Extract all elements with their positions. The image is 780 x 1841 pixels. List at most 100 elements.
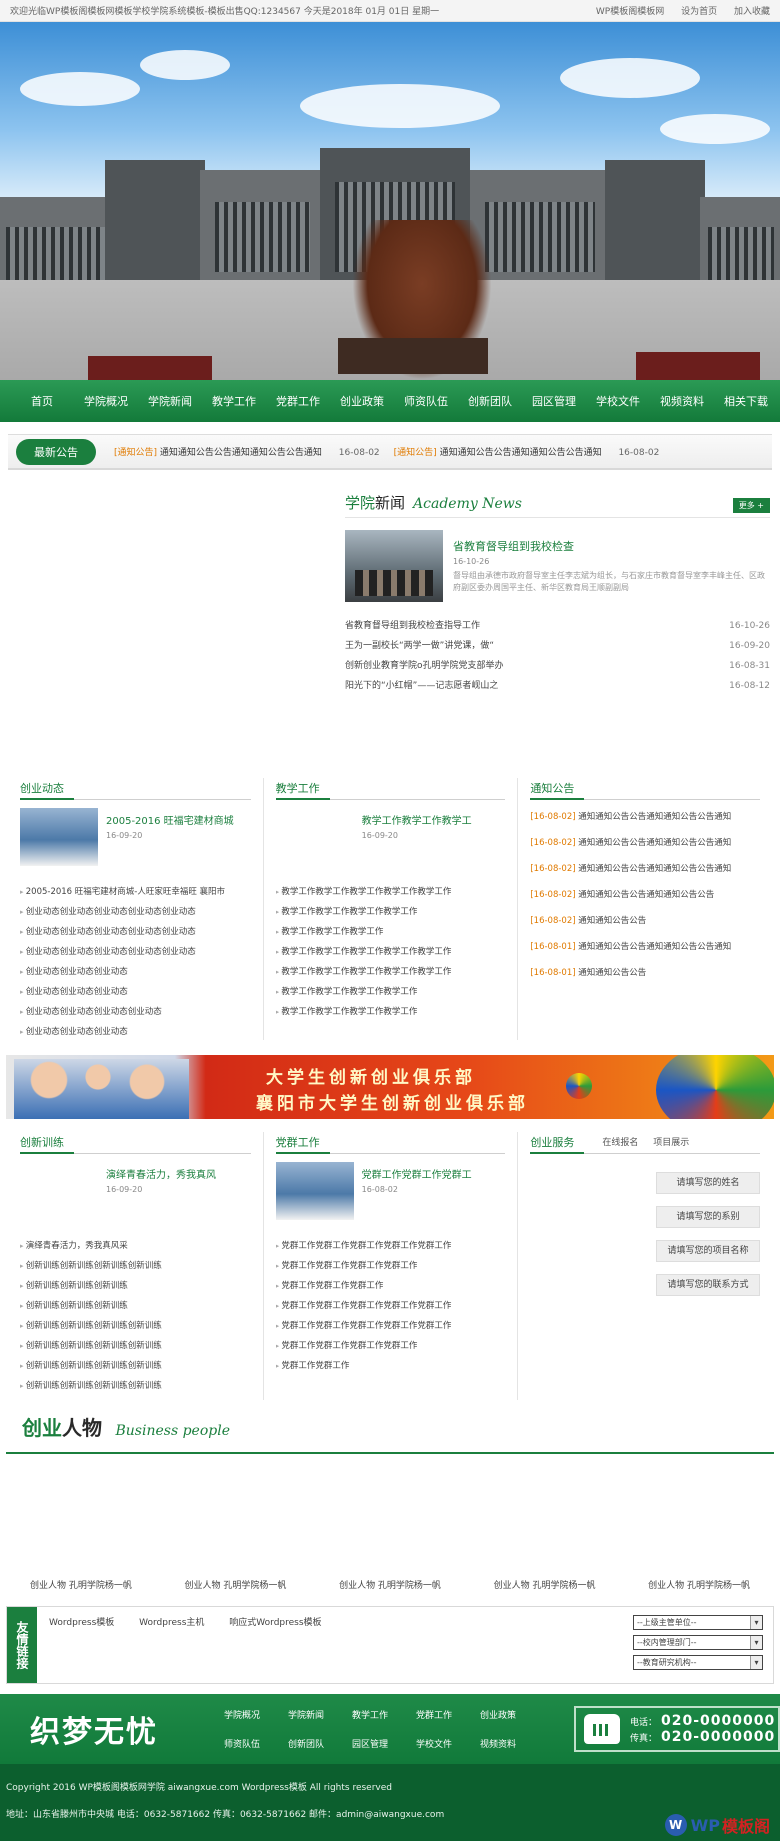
footer-link[interactable]: 党群工作 xyxy=(416,1708,480,1721)
list-item[interactable]: 创新训练创新训练创新训练 xyxy=(20,1296,251,1316)
footer-link[interactable]: 园区管理 xyxy=(352,1737,416,1750)
list-item[interactable]: 党群工作党群工作党群工作党群工作 xyxy=(276,1256,506,1276)
dangqun-top-title[interactable]: 党群工作党群工作党群工 xyxy=(362,1166,472,1181)
service-title-text[interactable]: 创业服务 xyxy=(530,1136,574,1149)
list-item[interactable]: [16-08-02] 通知通知公告公告通知通知公告公告通知 xyxy=(530,809,760,826)
tab-signup[interactable]: 在线报名 xyxy=(602,1138,638,1148)
notice-item[interactable]: [通知公告] 通知通知公告公告通知通知公告公告通知 16-08-02 xyxy=(114,445,380,458)
dangqun-image[interactable] xyxy=(275,1162,354,1220)
list-item[interactable]: 教学工作教学工作教学工作教学工作 xyxy=(276,982,506,1002)
xunlian-top[interactable]: 演绎青春活力，秀我真风 16-09-20 xyxy=(20,1162,251,1224)
list-item[interactable]: 王为一副校长“两学一做”讲党课，做“ 16-09-20 xyxy=(345,636,770,656)
list-item[interactable]: [16-08-01] 通知通知公告公告通知通知公告公告通知 xyxy=(530,939,760,956)
feature-image[interactable] xyxy=(345,530,443,602)
nav-video[interactable]: 视频资料 xyxy=(650,393,714,409)
more-button[interactable]: 更多 + xyxy=(732,498,770,513)
tab-projects[interactable]: 项目展示 xyxy=(653,1138,689,1148)
department-field[interactable]: 请填写您的系别 xyxy=(656,1206,761,1228)
footer-link[interactable]: 学院概况 xyxy=(224,1708,288,1721)
footer-link[interactable]: 创业政策 xyxy=(480,1708,544,1721)
set-homepage-link[interactable]: 设为首页 xyxy=(681,7,717,17)
list-item[interactable]: 创业动态创业动态创业动态 xyxy=(20,982,251,1002)
nav-home[interactable]: 首页 xyxy=(10,393,74,409)
nav-policy[interactable]: 创业政策 xyxy=(330,393,394,409)
footer-logo[interactable]: 织梦无忧 xyxy=(30,1707,224,1751)
xunlian-top-title[interactable]: 演绎青春活力，秀我真风 xyxy=(106,1166,216,1181)
nav-party[interactable]: 党群工作 xyxy=(266,393,330,409)
list-item[interactable]: 创新训练创新训练创新训练创新训练 xyxy=(20,1316,251,1336)
club-banner[interactable]: 大学生创新创业俱乐部 襄阳市大学生创新创业俱乐部 xyxy=(6,1055,774,1119)
nav-download[interactable]: 相关下载 xyxy=(714,393,778,409)
nav-teaching[interactable]: 教学工作 xyxy=(202,393,266,409)
chuangye-top-title[interactable]: 2005-2016 旺福宅建材商城 xyxy=(106,812,234,827)
list-item[interactable]: 教学工作教学工作教学工作教学工作教学工作 xyxy=(276,962,506,982)
contact-field[interactable]: 请填写您的联系方式 xyxy=(656,1274,761,1296)
list-item[interactable]: 省教育督导组到我校检查指导工作 16-10-26 xyxy=(345,616,770,636)
list-item[interactable]: 党群工作党群工作党群工作 xyxy=(276,1276,506,1296)
list-item[interactable]: 教学工作教学工作教学工作教学工作 xyxy=(276,1002,506,1022)
xunlian-title[interactable]: 创新训练 xyxy=(20,1132,251,1154)
list-item[interactable]: 党群工作党群工作党群工作党群工作 xyxy=(276,1336,506,1356)
friend-link[interactable]: 响应式Wordpress模板 xyxy=(229,1618,321,1628)
jiaoxue-top-title[interactable]: 教学工作教学工作教学工 xyxy=(362,812,472,827)
list-item[interactable]: 教学工作教学工作教学工作教学工作教学工作 xyxy=(276,882,506,902)
list-item[interactable]: [16-08-02] 通知通知公告公告通知通知公告公告 xyxy=(530,887,760,904)
dangqun-title[interactable]: 党群工作 xyxy=(275,1132,506,1154)
friend-link[interactable]: Wordpress主机 xyxy=(139,1618,204,1628)
footer-link[interactable]: 学校文件 xyxy=(416,1737,480,1750)
list-item[interactable]: 创新创业教育学院o孔明学院党支部举办 16-08-31 xyxy=(345,656,770,676)
list-item[interactable]: 教学工作教学工作教学工作教学工作教学工作 xyxy=(276,942,506,962)
footer-link[interactable]: 视频资料 xyxy=(480,1737,544,1750)
chuangye-title[interactable]: 创业动态 xyxy=(20,778,251,800)
nav-about[interactable]: 学院概况 xyxy=(74,393,138,409)
people-item[interactable]: 创业人物 孔明学院杨一帆 xyxy=(339,1578,441,1591)
list-item[interactable]: 创新训练创新训练创新训练创新训练 xyxy=(20,1256,251,1276)
nav-news[interactable]: 学院新闻 xyxy=(138,393,202,409)
friend-link[interactable]: Wordpress模板 xyxy=(49,1618,114,1628)
nav-team[interactable]: 创新团队 xyxy=(458,393,522,409)
list-item[interactable]: 党群工作党群工作党群工作党群工作党群工作 xyxy=(276,1316,506,1336)
nav-park[interactable]: 园区管理 xyxy=(522,393,586,409)
internal-dept-select[interactable]: --校内管理部门-- ▾ xyxy=(633,1635,763,1650)
people-item[interactable]: 创业人物 孔明学院杨一帆 xyxy=(648,1578,750,1591)
tongzhi-title[interactable]: 通知公告 xyxy=(530,778,761,800)
footer-link[interactable]: 师资队伍 xyxy=(224,1737,288,1750)
list-item[interactable]: 创新训练创新训练创新训练创新训练 xyxy=(20,1376,251,1396)
footer-link[interactable]: 教学工作 xyxy=(352,1708,416,1721)
people-item[interactable]: 创业人物 孔明学院杨一帆 xyxy=(30,1578,132,1591)
list-item[interactable]: 党群工作党群工作党群工作党群工作党群工作 xyxy=(276,1236,506,1256)
list-item[interactable]: 创业动态创业动态创业动态创业动态创业动态 xyxy=(20,922,251,942)
list-item[interactable]: 教学工作教学工作教学工作教学工作 xyxy=(276,902,506,922)
list-item[interactable]: 创新训练创新训练创新训练创新训练 xyxy=(20,1356,251,1376)
people-item[interactable]: 创业人物 孔明学院杨一帆 xyxy=(185,1578,287,1591)
research-org-select[interactable]: --教育研究机构-- ▾ xyxy=(633,1655,763,1670)
jiaoxue-title[interactable]: 教学工作 xyxy=(275,778,506,800)
jiaoxue-top[interactable]: 教学工作教学工作教学工 16-09-20 xyxy=(276,808,506,870)
list-item[interactable]: 创业动态创业动态创业动态创业动态创业动态 xyxy=(20,902,251,922)
people-item[interactable]: 创业人物 孔明学院杨一帆 xyxy=(494,1578,596,1591)
list-item[interactable]: 党群工作党群工作 xyxy=(276,1356,506,1376)
name-field[interactable]: 请填写您的姓名 xyxy=(656,1172,761,1194)
notice-item[interactable]: [通知公告] 通知通知公告公告通知通知公告公告通知 16-08-02 xyxy=(394,445,660,458)
list-item[interactable]: 2005-2016 旺福宅建材商城-人旺家旺幸福旺 襄阳市 xyxy=(20,882,251,902)
nav-files[interactable]: 学校文件 xyxy=(586,393,650,409)
dangqun-top[interactable]: 党群工作党群工作党群工 16-08-02 xyxy=(275,1162,506,1224)
footer-link[interactable]: 学院新闻 xyxy=(288,1708,352,1721)
list-item[interactable]: 创新训练创新训练创新训练 xyxy=(20,1276,251,1296)
list-item[interactable]: 演绎青春活力，秀我真风采 xyxy=(20,1236,251,1256)
chuangye-image[interactable] xyxy=(20,808,98,866)
list-item[interactable]: 阳光下的“小红帽”——记志愿者岘山之 16-08-12 xyxy=(345,676,770,696)
list-item[interactable]: 创业动态创业动态创业动态 xyxy=(20,962,251,982)
nav-faculty[interactable]: 师资队伍 xyxy=(394,393,458,409)
list-item[interactable]: 创业动态创业动态创业动态创业动态创业动态 xyxy=(20,942,251,962)
add-favorite-link[interactable]: 加入收藏 xyxy=(734,7,770,17)
list-item[interactable]: 党群工作党群工作党群工作党群工作党群工作 xyxy=(276,1296,506,1316)
feature-news[interactable]: 省教育督导组到我校检查 16-10-26 督导组由承德市政府督导室主任李志斌为组… xyxy=(345,530,770,602)
list-item[interactable]: 创业动态创业动态创业动态 xyxy=(20,1022,251,1042)
list-item[interactable]: [16-08-02] 通知通知公告公告 xyxy=(530,913,760,930)
feature-title[interactable]: 省教育督导组到我校检查 xyxy=(453,538,770,554)
hero-banner[interactable] xyxy=(0,22,780,380)
list-item[interactable]: 创新训练创新训练创新训练创新训练 xyxy=(20,1336,251,1356)
list-item[interactable]: [16-08-02] 通知通知公告公告通知通知公告公告通知 xyxy=(530,861,760,878)
chuangye-top[interactable]: 2005-2016 旺福宅建材商城 16-09-20 xyxy=(20,808,251,870)
